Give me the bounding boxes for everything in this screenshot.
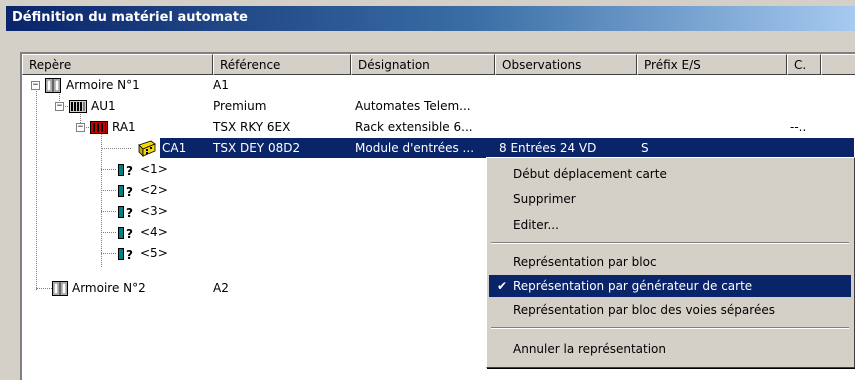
prefix-cell: S [641,141,649,155]
reference-cell: A2 [213,281,229,295]
column-header-observations[interactable]: Observations [495,54,637,75]
column-header-designation[interactable]: Désignation [351,54,495,75]
collapse-au1-button[interactable]: − [55,102,64,111]
cabinet-icon [52,281,68,296]
menu-separator [491,242,849,244]
empty-slot-icon: ? [118,185,133,198]
menu-item-label: Représentation par générateur de carte [513,279,753,293]
column-header-reference[interactable]: Référence [213,54,351,75]
c-cell: --.. [790,120,807,134]
tree-node-label: <4> [140,225,168,239]
svg-text:?: ? [126,185,133,198]
designation-cell: Automates Telem... [355,99,471,113]
menu-item-separate-channels-representation[interactable]: Représentation par bloc des voies séparé… [489,299,851,321]
menu-item-cancel-representation[interactable]: Annuler la représentation [489,338,851,360]
empty-slot-icon: ? [118,227,133,240]
column-header-repere[interactable]: Repère [22,54,213,75]
rack-icon [90,121,108,134]
tree-row-armoire-1[interactable]: − Armoire N°1 A1 [22,75,855,96]
empty-slot-icon: ? [118,248,133,261]
column-header-c[interactable]: C. [787,54,821,75]
tree-node-label: CA1 [162,141,187,155]
svg-text:?: ? [126,248,133,261]
tree-node-label: <5> [140,246,168,260]
tree-row-ra1[interactable]: − RA1 TSX RKY 6EX Rack extensible 6... -… [22,117,855,138]
collapse-armoire-1-button[interactable]: − [31,81,40,90]
designation-cell: Rack extensible 6... [355,120,473,134]
reference-cell: A1 [213,78,229,92]
tree-row-au1[interactable]: − AU1 Premium Automates Telem... [22,96,855,117]
context-menu: Début déplacement carte Supprimer Editer… [486,157,855,368]
window-title: Définition du matériel automate [6,6,855,31]
svg-text:?: ? [126,206,133,219]
input-module-icon [138,140,156,157]
menu-item-delete[interactable]: Supprimer [489,188,851,210]
tree-node-label: <1> [140,162,168,176]
menu-item-edit[interactable]: Editer... [489,214,851,236]
menu-item-start-move-card[interactable]: Début déplacement carte [489,163,851,185]
designation-cell: Module d'entrées ... [355,141,475,155]
tree-node-label: <3> [140,204,168,218]
reference-cell: TSX RKY 6EX [213,120,291,134]
tree-node-label: Armoire N°1 [66,78,140,92]
svg-text:?: ? [126,164,133,177]
menu-item-block-representation[interactable]: Représentation par bloc [489,251,851,273]
cabinet-icon [45,78,61,93]
menu-item-card-generator-representation[interactable]: ✔ Représentation par générateur de carte [489,275,851,297]
checkmark-icon: ✔ [497,279,508,293]
plc-icon [69,100,87,113]
tree-row-ca1[interactable]: CA1 TSX DEY 08D2 Module d'entrées ... 8 … [22,138,855,159]
tree-node-label: <2> [140,183,168,197]
column-header-prefix[interactable]: Préfix E/S [637,54,787,75]
reference-cell: Premium [213,99,267,113]
observations-cell: 8 Entrées 24 VD [499,141,597,155]
column-header-bar: Repère Référence Désignation Observation… [22,54,855,75]
svg-text:?: ? [126,227,133,240]
menu-separator [491,327,849,329]
collapse-ra1-button[interactable]: − [76,123,85,132]
tree-node-label: Armoire N°2 [72,281,146,295]
tree-node-label: RA1 [112,120,136,134]
empty-slot-icon: ? [118,164,133,177]
tree-node-label: AU1 [91,99,116,113]
reference-cell: TSX DEY 08D2 [213,141,301,155]
empty-slot-icon: ? [118,206,133,219]
column-header-filler [821,54,855,75]
main-window: Définition du matériel automate Repère R… [0,0,855,380]
